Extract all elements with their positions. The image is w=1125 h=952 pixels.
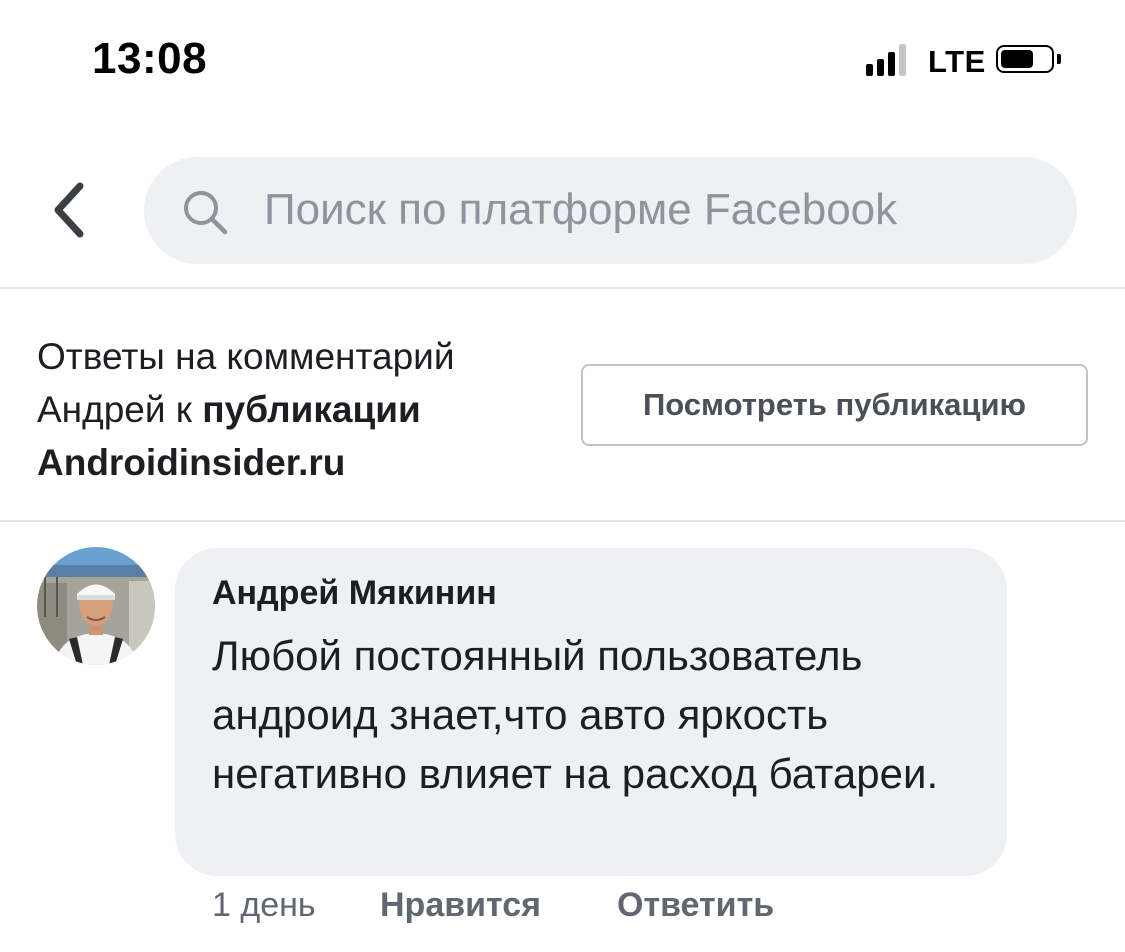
reply-button[interactable]: Ответить (617, 886, 774, 925)
comment-timestamp: 1 день (212, 886, 316, 924)
comment-text: Любой постоянный пользователь андроид зн… (212, 632, 939, 797)
back-button[interactable] (46, 176, 102, 244)
network-type: LTE (928, 44, 986, 79)
signal-icon (866, 44, 910, 76)
facebook-comment-replies-screen: 13:08 LTE Ответы на комментарий Андрей к… (0, 0, 1125, 952)
like-button[interactable]: Нравится (380, 886, 541, 925)
status-time: 13:08 (92, 34, 208, 83)
context-divider (0, 520, 1125, 522)
search-icon (184, 191, 228, 235)
comment-bubble: Андрей Мякинин Любой постоянный пользова… (175, 548, 1007, 876)
battery-icon (996, 45, 1054, 73)
view-post-button[interactable]: Посмотреть публикацию (581, 364, 1088, 446)
battery-nub (1057, 54, 1061, 64)
user-photo (37, 547, 155, 665)
search-input[interactable] (264, 179, 1054, 241)
back-chevron-icon (54, 182, 84, 238)
avatar[interactable] (37, 547, 155, 665)
comment-context-title: Ответы на комментарий Андрей к публикаци… (37, 330, 577, 489)
search-bar[interactable] (144, 157, 1077, 264)
comment-author[interactable]: Андрей Мякинин (212, 574, 497, 613)
header-divider (0, 287, 1125, 289)
